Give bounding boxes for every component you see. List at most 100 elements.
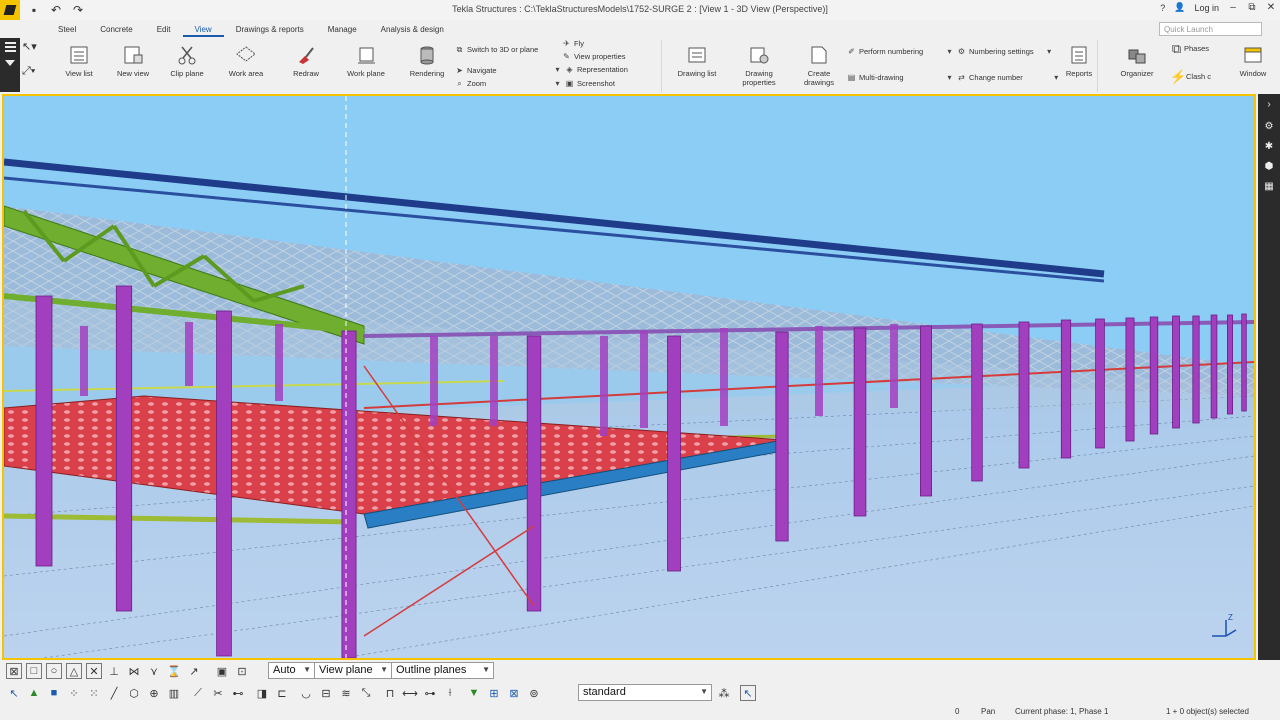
select-assemblies-icon[interactable]: ⬡ bbox=[126, 685, 142, 701]
expand-chevron-icon[interactable]: › bbox=[1258, 94, 1280, 114]
zoom-button[interactable]: ⌕ Zoom bbox=[455, 79, 486, 89]
reports-button[interactable]: Reports bbox=[1056, 40, 1102, 78]
login-link[interactable]: Log in bbox=[1194, 3, 1219, 13]
snap-intersection-icon[interactable]: ✕ bbox=[86, 663, 102, 679]
select-object-in-assembly-icon[interactable]: ⟷ bbox=[402, 685, 418, 701]
select-task-icon[interactable]: ⟊ bbox=[442, 685, 458, 701]
select-surfaces-icon[interactable]: ■ bbox=[46, 685, 62, 701]
change-number-button[interactable]: ▾ ⇄ Change number ▾ bbox=[945, 73, 1061, 82]
select-cuts-icon[interactable]: ✂ bbox=[210, 685, 226, 701]
tab-analysis-design[interactable]: Analysis & design bbox=[369, 21, 456, 37]
screenshot-icon: ▣ bbox=[565, 79, 574, 88]
select-components-icon[interactable]: ⟋ bbox=[190, 685, 206, 701]
view-properties-button[interactable]: ✎ View properties bbox=[562, 52, 625, 61]
snap-extension-icon[interactable]: ⌛ bbox=[166, 663, 182, 679]
snap-mode-select[interactable]: Auto ▼ bbox=[268, 662, 315, 679]
multi-drawing-button[interactable]: ▤ Multi-drawing bbox=[847, 73, 904, 82]
redraw-button[interactable]: Redraw bbox=[283, 40, 329, 78]
numbering-settings-button[interactable]: ▾ ⚙ Numbering settings ▾ bbox=[945, 47, 1054, 56]
hamburger-menu-icon[interactable] bbox=[5, 42, 16, 54]
close-button[interactable]: ✕ bbox=[1266, 2, 1276, 13]
snap-midpoint-icon[interactable]: △ bbox=[66, 663, 82, 679]
tab-manage[interactable]: Manage bbox=[316, 21, 369, 37]
snap-line-icon[interactable]: ⋈ bbox=[126, 663, 142, 679]
select-parts-icon[interactable]: ▲ bbox=[26, 685, 42, 701]
plane-mode-select[interactable]: View plane ▼ bbox=[314, 662, 392, 679]
select-filter-icon[interactable]: ▼ bbox=[466, 685, 482, 701]
select-surface-treatment-icon[interactable]: ⊟ bbox=[318, 685, 334, 701]
tab-drawings-reports[interactable]: Drawings & reports bbox=[224, 21, 316, 37]
restore-button[interactable]: ⧉ bbox=[1247, 2, 1257, 13]
minimize-button[interactable]: – bbox=[1228, 2, 1238, 13]
snap-geometry-icon[interactable]: □ bbox=[26, 663, 42, 679]
select-grids-icon[interactable]: ⁙ bbox=[86, 685, 102, 701]
window-button[interactable]: Window bbox=[1230, 40, 1276, 78]
select-views-icon[interactable]: ◡ bbox=[298, 685, 314, 701]
select-object-in-component-icon[interactable]: ⊓ bbox=[382, 685, 398, 701]
drawing-list-button[interactable]: Drawing list bbox=[674, 40, 720, 78]
redo-icon[interactable]: ↷ bbox=[70, 2, 86, 18]
snap-perpendicular-icon[interactable]: ⊥ bbox=[106, 663, 122, 679]
select-reference-icon[interactable]: ⤡ bbox=[358, 685, 374, 701]
snap-free-icon[interactable]: ⊡ bbox=[234, 663, 250, 679]
select-connections-icon[interactable]: ⊞ bbox=[486, 685, 502, 701]
clip-plane-button[interactable]: Clip plane bbox=[164, 40, 210, 78]
select-cast-unit-icon[interactable]: ⊶ bbox=[422, 685, 438, 701]
applications-icon[interactable]: ▦ bbox=[1258, 176, 1280, 196]
screenshot-button[interactable]: ▾ ▣ Screenshot bbox=[553, 79, 614, 88]
select-all-icon[interactable]: ↖ bbox=[6, 685, 22, 701]
select-lines-icon[interactable]: ╱ bbox=[106, 685, 122, 701]
planes-display-select[interactable]: Outline planes ▼ bbox=[391, 662, 494, 679]
fly-button[interactable]: ✈ Fly bbox=[562, 39, 584, 48]
snap-points-icon[interactable]: ▣ bbox=[214, 663, 230, 679]
representation-button[interactable]: ▾ ◈ Representation bbox=[553, 65, 627, 74]
select-pour-icon[interactable]: ⊏ bbox=[274, 685, 290, 701]
model-3d-viewport[interactable]: Z bbox=[2, 94, 1256, 660]
select-arrow-icon[interactable]: ↖▾ bbox=[22, 40, 48, 53]
tab-steel[interactable]: Steel bbox=[46, 21, 88, 37]
navigate-button[interactable]: ➤ Navigate bbox=[455, 66, 496, 75]
tab-view[interactable]: View bbox=[182, 21, 224, 37]
perform-numbering-button[interactable]: ✐ Perform numbering bbox=[847, 47, 923, 56]
select-options-icon[interactable]: ⤢▾ bbox=[22, 65, 48, 78]
select-reinforcement-icon[interactable]: ◨ bbox=[254, 685, 270, 701]
selection-filter-select[interactable]: standard ▼ bbox=[578, 684, 712, 701]
phases-button[interactable]: ⧉ Phases bbox=[1172, 41, 1209, 56]
collapse-icon[interactable] bbox=[5, 60, 15, 66]
clash-check-button[interactable]: ⚡ Clash c bbox=[1170, 69, 1211, 84]
snap-nearest-icon[interactable]: ⋎ bbox=[146, 663, 162, 679]
drawing-properties-button[interactable]: Drawing properties bbox=[736, 40, 782, 87]
select-bolts-icon[interactable]: ⊷ bbox=[230, 685, 246, 701]
work-area-button[interactable]: Work area bbox=[223, 40, 269, 78]
snap-reference-lines-icon[interactable]: ⊠ bbox=[6, 663, 22, 679]
tab-edit[interactable]: Edit bbox=[145, 21, 183, 37]
organizer-button[interactable]: Organizer bbox=[1114, 40, 1160, 78]
tab-concrete[interactable]: Concrete bbox=[88, 21, 144, 37]
select-welds-icon[interactable]: ⊕ bbox=[146, 685, 162, 701]
snap-center-icon[interactable]: ○ bbox=[46, 663, 62, 679]
select-layers-icon[interactable]: ≋ bbox=[338, 685, 354, 701]
select-seams-icon[interactable]: ⊚ bbox=[526, 685, 542, 701]
view-list-button[interactable]: View list bbox=[56, 40, 102, 78]
select-details-icon[interactable]: ⊠ bbox=[506, 685, 522, 701]
filter-options-icon[interactable]: ⁂ bbox=[716, 685, 732, 701]
work-plane-button[interactable]: Work plane bbox=[343, 40, 389, 78]
catalog-cube-icon[interactable]: ⬢ bbox=[1258, 156, 1280, 176]
quick-launch-input[interactable]: Quick Launch bbox=[1159, 22, 1262, 36]
rendering-button[interactable]: Rendering bbox=[404, 40, 450, 78]
undo-icon[interactable]: ↶ bbox=[48, 2, 64, 18]
create-drawings-button[interactable]: Create drawings bbox=[796, 40, 842, 87]
save-icon[interactable]: ▪ bbox=[26, 2, 42, 18]
select-mode-icon[interactable]: ↖ bbox=[740, 685, 756, 701]
help-icon[interactable]: ? bbox=[1160, 3, 1165, 13]
snap-any-icon[interactable]: ↗ bbox=[186, 663, 202, 679]
organizer-icon bbox=[1126, 44, 1148, 66]
select-grid-lines-icon[interactable]: ▥ bbox=[166, 685, 182, 701]
settings-icon[interactable]: ✱ bbox=[1258, 136, 1280, 156]
properties-icon[interactable]: ⚙ bbox=[1258, 116, 1280, 136]
work-plane-icon bbox=[355, 44, 377, 66]
new-view-button[interactable]: New view bbox=[110, 40, 156, 78]
switch-3d-button[interactable]: ⧉ Switch to 3D or plane bbox=[455, 45, 539, 55]
select-points-icon[interactable]: ⁘ bbox=[66, 685, 82, 701]
plane-mode-value: View plane bbox=[319, 664, 373, 676]
